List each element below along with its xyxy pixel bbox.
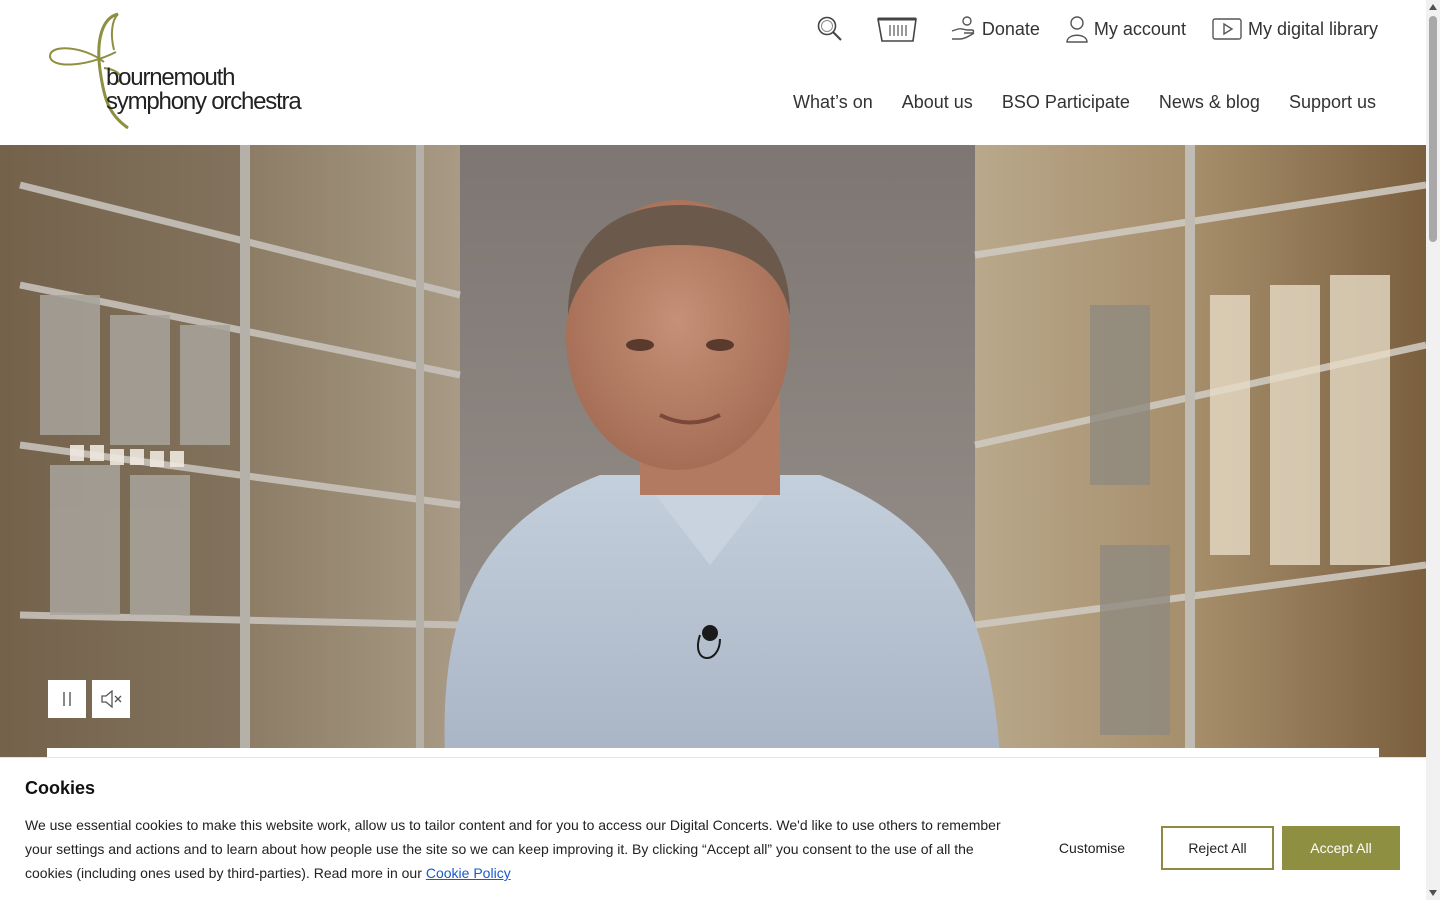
bso-logo[interactable]: bournemouth symphony orchestra (44, 10, 314, 132)
logo-line-1: bournemouth (106, 64, 235, 91)
hero-video-frame (0, 145, 1426, 757)
cookie-banner: Cookies We use essential cookies to make… (0, 757, 1426, 900)
my-account-label: My account (1093, 18, 1186, 39)
site-header: bournemouth symphony orchestra Donate My… (0, 0, 1426, 145)
nav-bso-participate[interactable]: BSO Participate (1002, 92, 1130, 113)
cookie-banner-body: We use essential cookies to make this we… (25, 817, 1001, 881)
page-scrollbar[interactable] (1426, 0, 1440, 900)
customise-button[interactable]: Customise (1040, 826, 1144, 870)
my-account-link[interactable]: My account (1066, 15, 1186, 43)
muted-speaker-icon (101, 690, 122, 708)
logo-wordmark: bournemouth symphony orchestra (106, 64, 302, 115)
cookie-banner-title: Cookies (25, 778, 96, 798)
pause-icon (63, 692, 71, 706)
play-video-icon (1212, 18, 1242, 40)
donate-label: Donate (981, 18, 1040, 39)
hero-content-card (47, 748, 1379, 757)
donate-hand-icon (951, 16, 975, 40)
cookie-banner-text: We use essential cookies to make this we… (25, 813, 1015, 885)
logo-line-2: symphony orchestra (106, 88, 302, 115)
accept-all-button[interactable]: Accept All (1282, 826, 1400, 870)
nav-about-us[interactable]: About us (902, 92, 973, 113)
video-pause-button[interactable] (48, 680, 86, 718)
search-icon (817, 16, 842, 41)
main-nav: What’s on About us BSO Participate News … (764, 92, 1376, 113)
utility-nav: Donate My account My digital library (816, 12, 1378, 46)
my-digital-library-link[interactable]: My digital library (1212, 18, 1378, 40)
basket-button[interactable] (876, 15, 924, 43)
reject-all-button[interactable]: Reject All (1161, 826, 1274, 870)
search-button[interactable] (816, 15, 850, 43)
scroll-up-arrow-icon[interactable] (1429, 4, 1437, 10)
nav-support-us[interactable]: Support us (1289, 92, 1376, 113)
scroll-thumb[interactable] (1429, 16, 1437, 242)
user-icon (1066, 16, 1088, 43)
hero-video[interactable] (0, 145, 1426, 757)
my-digital-library-label: My digital library (1247, 18, 1378, 39)
cookie-policy-link[interactable]: Cookie Policy (426, 865, 511, 881)
nav-whats-on[interactable]: What’s on (793, 92, 873, 113)
scroll-down-arrow-icon[interactable] (1429, 890, 1437, 896)
nav-news-blog[interactable]: News & blog (1159, 92, 1260, 113)
video-mute-button[interactable] (92, 680, 130, 718)
basket-icon (876, 17, 917, 42)
donate-link[interactable]: Donate (950, 15, 1040, 43)
